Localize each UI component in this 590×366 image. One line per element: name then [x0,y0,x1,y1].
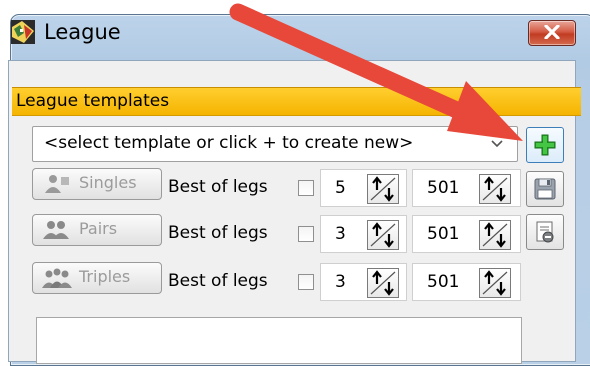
pairs-best-of-checkbox[interactable] [298,226,314,242]
singles-score-value: 501 [427,178,460,198]
singles-score-spinner[interactable] [479,174,511,204]
pairs-button-label: Pairs [79,219,118,238]
notes-textarea[interactable] [36,317,522,364]
darts-league-icon [11,20,35,44]
template-dropdown-value: <select template or click + to create ne… [44,133,414,153]
chevron-down-icon [491,140,503,148]
triples-legs-value: 3 [335,272,346,292]
triples-button[interactable]: Triples [32,262,162,294]
singles-score-stepper[interactable]: 501 [412,169,521,207]
up-down-arrows-icon [482,176,508,202]
up-down-arrows-icon [482,270,508,296]
up-down-arrows-icon [370,222,396,248]
pairs-score-stepper[interactable]: 501 [412,215,521,253]
singles-best-of-checkbox[interactable] [298,180,314,196]
singles-row: Singles Best of legs 5 501 [0,168,590,207]
singles-legs-stepper[interactable]: 5 [320,169,407,207]
add-template-button[interactable] [526,127,564,163]
triples-legs-stepper[interactable]: 3 [320,263,407,301]
triples-legs-spinner[interactable] [367,268,399,298]
add-icon [534,134,556,156]
singles-button-label: Singles [79,173,137,192]
singles-legs-value: 5 [335,178,346,198]
triples-best-of-checkbox[interactable] [298,274,314,290]
up-down-arrows-icon [482,222,508,248]
triples-score-stepper[interactable]: 501 [412,263,521,301]
pairs-legs-stepper[interactable]: 3 [320,215,407,253]
league-templates-label: League templates [16,91,170,111]
pairs-players-icon [43,221,69,239]
triples-row: Triples Best of legs 3 501 [0,262,590,301]
triples-score-value: 501 [427,272,460,292]
window-title: League [44,20,121,44]
pairs-legs-value: 3 [335,224,346,244]
triples-button-label: Triples [79,267,131,286]
close-button[interactable] [528,20,576,46]
pairs-button[interactable]: Pairs [32,214,162,246]
triples-players-icon [42,268,72,288]
singles-button[interactable]: Singles [32,168,162,200]
up-down-arrows-icon [370,270,396,296]
pairs-score-value: 501 [427,224,460,244]
pairs-score-spinner[interactable] [479,220,511,250]
singles-player-icon [45,175,69,193]
triples-score-spinner[interactable] [479,268,511,298]
triples-best-of-legs-label: Best of legs [168,271,268,291]
singles-legs-spinner[interactable] [367,174,399,204]
close-icon [544,25,560,39]
singles-best-of-legs-label: Best of legs [168,177,268,197]
pairs-legs-spinner[interactable] [367,220,399,250]
pairs-row: Pairs Best of legs 3 501 [0,214,590,253]
up-down-arrows-icon [370,176,396,202]
pairs-best-of-legs-label: Best of legs [168,223,268,243]
